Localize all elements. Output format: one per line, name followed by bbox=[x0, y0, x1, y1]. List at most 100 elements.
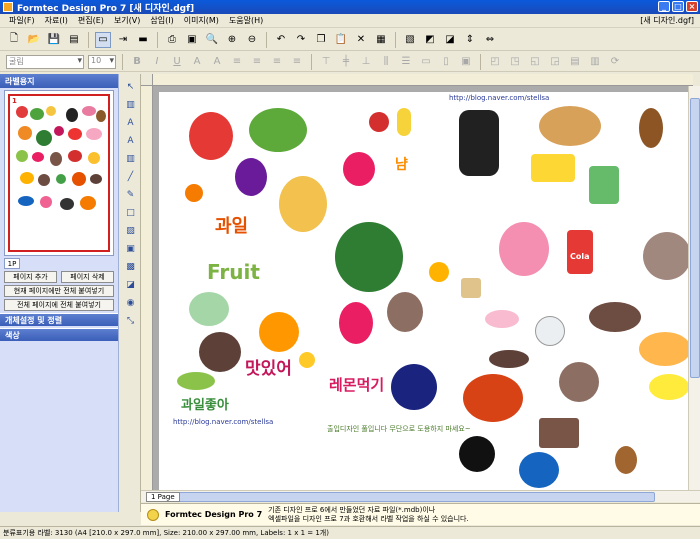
menu-file[interactable]: 파일(F) bbox=[4, 15, 40, 26]
menu-edit[interactable]: 편집(E) bbox=[73, 15, 109, 26]
orange-sticker[interactable] bbox=[185, 184, 203, 202]
font-color-icon[interactable]: A bbox=[189, 54, 205, 70]
same-size-icon[interactable]: ▣ bbox=[458, 54, 474, 70]
orange-slice-sticker[interactable] bbox=[429, 262, 449, 282]
vertical-scroll-thumb[interactable] bbox=[690, 98, 700, 378]
copy-icon[interactable]: ❐ bbox=[313, 32, 329, 48]
fill-all-pages-button[interactable]: 전체 페이지에 전체 붙여넣기 bbox=[4, 299, 114, 311]
font-size-select[interactable]: 10 bbox=[88, 54, 116, 69]
align-center-icon[interactable]: ≡ bbox=[249, 54, 265, 70]
unlock-icon[interactable]: ▥ bbox=[587, 54, 603, 70]
grape-sticker[interactable] bbox=[235, 158, 267, 196]
export-icon[interactable]: ⇥ bbox=[115, 32, 131, 48]
delete-page-button[interactable]: 페이지 삭제 bbox=[61, 271, 114, 283]
pizza-sticker[interactable] bbox=[639, 332, 688, 366]
cracker-sticker[interactable] bbox=[461, 278, 481, 298]
menu-data[interactable]: 자료(I) bbox=[40, 15, 73, 26]
noodle-bowl-sticker[interactable] bbox=[463, 374, 523, 422]
pineapple-sticker[interactable] bbox=[279, 176, 327, 232]
strawberry-sticker[interactable] bbox=[343, 152, 375, 186]
new-icon[interactable]: 🗋 bbox=[6, 32, 22, 48]
flip-vertical-icon[interactable]: ⇕ bbox=[462, 32, 478, 48]
line-icon[interactable]: ╱ bbox=[124, 170, 138, 184]
blue-hair-sticker[interactable] bbox=[519, 452, 559, 488]
text-box-icon[interactable]: A bbox=[124, 134, 138, 148]
resize-icon[interactable]: ⤡ bbox=[124, 314, 138, 328]
rotate-icon[interactable]: ⟳ bbox=[607, 54, 623, 70]
print-preview-icon[interactable]: ▣ bbox=[184, 32, 200, 48]
black-hair-sticker[interactable] bbox=[459, 436, 495, 472]
gwail-jota-text[interactable]: 과일좋아 bbox=[181, 394, 229, 413]
save-as-icon[interactable]: ▤ bbox=[66, 32, 82, 48]
zoom-in-icon[interactable]: ⊕ bbox=[224, 32, 240, 48]
redo-icon[interactable]: ↷ bbox=[293, 32, 309, 48]
menu-insert[interactable]: 삽입(I) bbox=[145, 15, 178, 26]
cut-icon[interactable]: ✕ bbox=[353, 32, 369, 48]
zoom-out-icon[interactable]: ⊖ bbox=[244, 32, 260, 48]
send-back-icon[interactable]: ◳ bbox=[507, 54, 523, 70]
align-middle-icon[interactable]: ╪ bbox=[338, 54, 354, 70]
snack-sticker[interactable] bbox=[531, 154, 575, 182]
sign-sticker[interactable] bbox=[539, 418, 579, 448]
same-height-icon[interactable]: ▯ bbox=[438, 54, 454, 70]
horizontal-scroll-thumb[interactable] bbox=[155, 492, 655, 502]
lemon-text[interactable]: 레몬먹기 bbox=[329, 374, 384, 395]
lock-icon[interactable]: ▤ bbox=[567, 54, 583, 70]
gwail-text[interactable]: 과일 bbox=[215, 212, 248, 238]
bring-forward-icon[interactable]: ◱ bbox=[527, 54, 543, 70]
menu-image[interactable]: 이미지(M) bbox=[179, 15, 224, 26]
bold-icon[interactable]: B bbox=[129, 54, 145, 70]
image-icon[interactable]: ▣ bbox=[124, 242, 138, 256]
print-icon[interactable]: ⎙ bbox=[164, 32, 180, 48]
underline-icon[interactable]: U bbox=[169, 54, 185, 70]
sushi-sticker[interactable] bbox=[485, 310, 519, 328]
omelet-sticker[interactable] bbox=[649, 374, 688, 400]
menu-help[interactable]: 도움말(H) bbox=[224, 15, 268, 26]
fill-current-page-button[interactable]: 현재 페이지에만 전체 붙여넣기 bbox=[4, 285, 114, 297]
page-label[interactable]: 1P bbox=[4, 258, 20, 269]
distribute-v-icon[interactable]: ☰ bbox=[398, 54, 414, 70]
steak-sticker[interactable] bbox=[589, 302, 641, 332]
magnifier-icon[interactable]: ◉ bbox=[124, 296, 138, 310]
delete-icon[interactable]: ▦ bbox=[373, 32, 389, 48]
horizontal-scrollbar[interactable] bbox=[141, 490, 700, 502]
pen-icon[interactable]: ✎ bbox=[124, 188, 138, 202]
zoom-icon[interactable]: 🔍 bbox=[204, 32, 220, 48]
bring-front-icon[interactable]: ◰ bbox=[487, 54, 503, 70]
object-settings-section[interactable]: 개체설정 및 정렬 bbox=[0, 313, 118, 326]
orange-girl-sticker[interactable] bbox=[259, 312, 299, 352]
distribute-h-icon[interactable]: ⫼ bbox=[378, 54, 394, 70]
gradient-icon[interactable]: ▨ bbox=[124, 224, 138, 238]
corndog-sticker[interactable] bbox=[639, 108, 663, 148]
picture-icon[interactable]: ◪ bbox=[124, 278, 138, 292]
barcode-icon[interactable]: ▥ bbox=[124, 98, 138, 112]
coffee-sticker[interactable] bbox=[535, 316, 565, 346]
text-icon[interactable]: A bbox=[124, 116, 138, 130]
align-icon[interactable]: ▧ bbox=[402, 32, 418, 48]
group-icon[interactable]: ◩ bbox=[422, 32, 438, 48]
fruit-text[interactable]: Fruit bbox=[207, 260, 260, 284]
barcode-2-icon[interactable]: ▥ bbox=[124, 152, 138, 166]
brown-hair-sticker[interactable] bbox=[387, 292, 423, 332]
color-section[interactable]: 색상 bbox=[0, 328, 118, 341]
page-tab[interactable]: 1 Page bbox=[146, 492, 180, 502]
align-justify-icon[interactable]: ≡ bbox=[289, 54, 305, 70]
align-top-icon[interactable]: ⊤ bbox=[318, 54, 334, 70]
design-canvas[interactable]: http://blog.naver.com/stellsa http://blo… bbox=[153, 86, 688, 490]
italic-icon[interactable]: I bbox=[149, 54, 165, 70]
clipart-icon[interactable]: ▩ bbox=[124, 260, 138, 274]
red-apple-sticker[interactable] bbox=[369, 112, 389, 132]
watermelon-sticker[interactable] bbox=[335, 222, 403, 292]
lemon-sticker[interactable] bbox=[299, 352, 315, 368]
nam-text[interactable]: 냠 bbox=[395, 154, 408, 174]
font-name-select[interactable]: 굴림 bbox=[6, 54, 84, 69]
scan-icon[interactable]: ▬ bbox=[135, 32, 151, 48]
align-bottom-icon[interactable]: ⊥ bbox=[358, 54, 374, 70]
same-width-icon[interactable]: ▭ bbox=[418, 54, 434, 70]
pink-hair-sticker[interactable] bbox=[339, 302, 373, 344]
send-backward-icon[interactable]: ◲ bbox=[547, 54, 563, 70]
align-left-icon[interactable]: ≡ bbox=[229, 54, 245, 70]
minimize-button[interactable]: _ bbox=[658, 1, 670, 12]
vertical-scrollbar[interactable] bbox=[688, 86, 700, 490]
select-arrow-icon[interactable]: ↖ bbox=[124, 80, 138, 94]
